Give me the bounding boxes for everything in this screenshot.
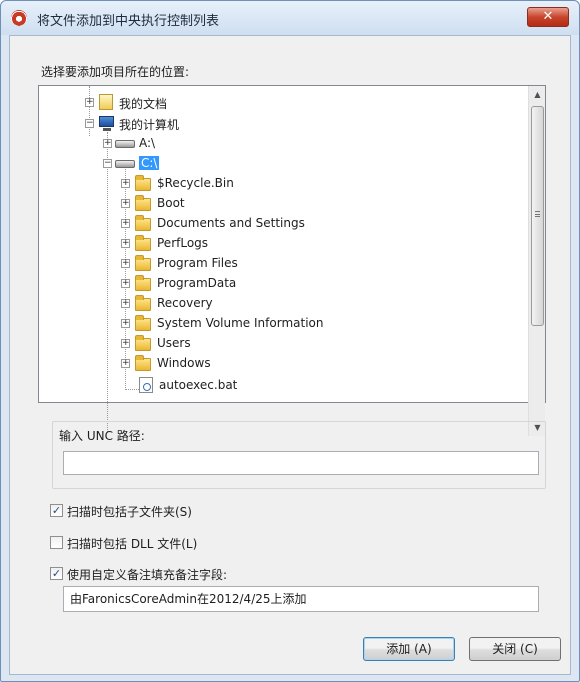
- tree-item-label: System Volume Information: [157, 316, 324, 330]
- tree-item-folder[interactable]: + $Recycle.Bin: [39, 174, 359, 194]
- tree-item-label: ProgramData: [157, 276, 237, 290]
- scan-subfolders-checkbox[interactable]: ✓: [50, 504, 63, 517]
- folder-icon: [135, 175, 151, 191]
- add-button[interactable]: 添加 (A): [363, 637, 455, 661]
- tree-item-folder[interactable]: + Recovery: [39, 294, 359, 314]
- tree-item-label: 我的文档: [119, 97, 168, 111]
- scan-dll-label[interactable]: 扫描时包括 DLL 文件(L): [67, 535, 197, 552]
- expand-toggle[interactable]: +: [121, 219, 130, 228]
- documents-folder-icon: [99, 94, 113, 110]
- batch-file-icon: [139, 377, 153, 393]
- expand-toggle[interactable]: +: [121, 359, 130, 368]
- custom-comment-label[interactable]: 使用自定义备注填充备注字段:: [67, 566, 227, 583]
- tree-item-folder[interactable]: + System Volume Information: [39, 314, 379, 334]
- tree-item-folder[interactable]: + Program Files: [39, 254, 359, 274]
- tree-item-folder[interactable]: + Documents and Settings: [39, 214, 359, 234]
- folder-icon: [135, 235, 151, 251]
- folder-icon: [135, 215, 151, 231]
- unc-label: 输入 UNC 路径:: [59, 429, 145, 443]
- hard-drive-icon: [115, 160, 135, 168]
- computer-icon: [99, 116, 114, 131]
- collapse-toggle[interactable]: −: [85, 119, 94, 128]
- close-button[interactable]: 关闭 (C): [469, 637, 561, 661]
- location-label: 选择要添加项目所在的位置:: [41, 65, 190, 79]
- tree-item-label: Documents and Settings: [157, 216, 305, 230]
- tree-item-drive-c[interactable]: − C:\: [39, 154, 339, 174]
- unc-path-input[interactable]: [63, 451, 539, 475]
- dialog-window: 将文件添加到中央执行控制列表 ✕ 选择要添加项目所在的位置: + 我的文档 − …: [0, 0, 580, 682]
- folder-icon: [135, 295, 151, 311]
- tree-item-label: autoexec.bat: [159, 378, 238, 392]
- tree-item-folder[interactable]: + Boot: [39, 194, 359, 214]
- app-icon: [11, 10, 27, 26]
- expand-toggle[interactable]: +: [121, 179, 130, 188]
- expand-toggle[interactable]: +: [121, 279, 130, 288]
- collapse-toggle[interactable]: −: [103, 159, 112, 168]
- tree-item-folder[interactable]: + PerfLogs: [39, 234, 359, 254]
- folder-icon: [135, 195, 151, 211]
- tree-item-label: Program Files: [157, 256, 238, 270]
- tree-item-label: Recovery: [157, 296, 213, 310]
- tree-item-folder[interactable]: + Users: [39, 334, 359, 354]
- expand-toggle[interactable]: +: [121, 199, 130, 208]
- folder-icon: [135, 355, 151, 371]
- tree-item-my-documents[interactable]: + 我的文档: [39, 93, 339, 113]
- expand-toggle[interactable]: +: [121, 299, 130, 308]
- location-tree[interactable]: + 我的文档 − 我的计算机 + A:\ − C:\ + $Recycle.Bi…: [38, 85, 546, 436]
- tree-item-folder[interactable]: + ProgramData: [39, 274, 359, 294]
- window-title: 将文件添加到中央执行控制列表: [37, 14, 220, 29]
- folder-icon: [135, 335, 151, 351]
- tree-item-label: $Recycle.Bin: [157, 176, 234, 190]
- folder-icon: [135, 315, 151, 331]
- title-bar[interactable]: 将文件添加到中央执行控制列表 ✕: [1, 1, 579, 35]
- folder-icon: [135, 275, 151, 291]
- expand-toggle[interactable]: +: [121, 239, 130, 248]
- expand-toggle[interactable]: +: [121, 319, 130, 328]
- expand-toggle[interactable]: +: [121, 259, 130, 268]
- comment-input[interactable]: 由FaronicsCoreAdmin在2012/4/25上添加: [63, 586, 539, 612]
- tree-item-folder[interactable]: + Windows: [39, 354, 359, 374]
- tree-item-drive-a[interactable]: + A:\: [39, 134, 339, 154]
- close-window-button[interactable]: ✕: [527, 7, 569, 27]
- scroll-thumb[interactable]: [531, 106, 544, 326]
- folder-icon: [135, 255, 151, 271]
- tree-item-label: Users: [157, 336, 191, 350]
- expand-toggle[interactable]: +: [85, 98, 94, 107]
- grip-icon: [535, 211, 540, 217]
- tree-item-label-selected: C:\: [139, 156, 160, 170]
- tree-item-label: A:\: [139, 136, 156, 150]
- expand-toggle[interactable]: +: [121, 339, 130, 348]
- scroll-up-arrow-icon[interactable]: ▲: [529, 86, 546, 103]
- scan-subfolders-label[interactable]: 扫描时包括子文件夹(S): [67, 503, 192, 520]
- scan-dll-checkbox[interactable]: [50, 536, 63, 549]
- tree-item-label: Boot: [157, 196, 185, 210]
- tree-item-label: 我的计算机: [119, 118, 180, 132]
- tree-item-my-computer[interactable]: − 我的计算机: [39, 114, 339, 134]
- tree-item-file[interactable]: autoexec.bat: [39, 376, 359, 396]
- custom-comment-checkbox[interactable]: ✓: [50, 567, 63, 580]
- expand-toggle[interactable]: +: [103, 139, 112, 148]
- tree-item-label: Windows: [157, 356, 211, 370]
- tree-scrollbar[interactable]: ▲ ▼: [528, 86, 545, 436]
- tree-item-label: PerfLogs: [157, 236, 209, 250]
- floppy-drive-icon: [115, 140, 135, 148]
